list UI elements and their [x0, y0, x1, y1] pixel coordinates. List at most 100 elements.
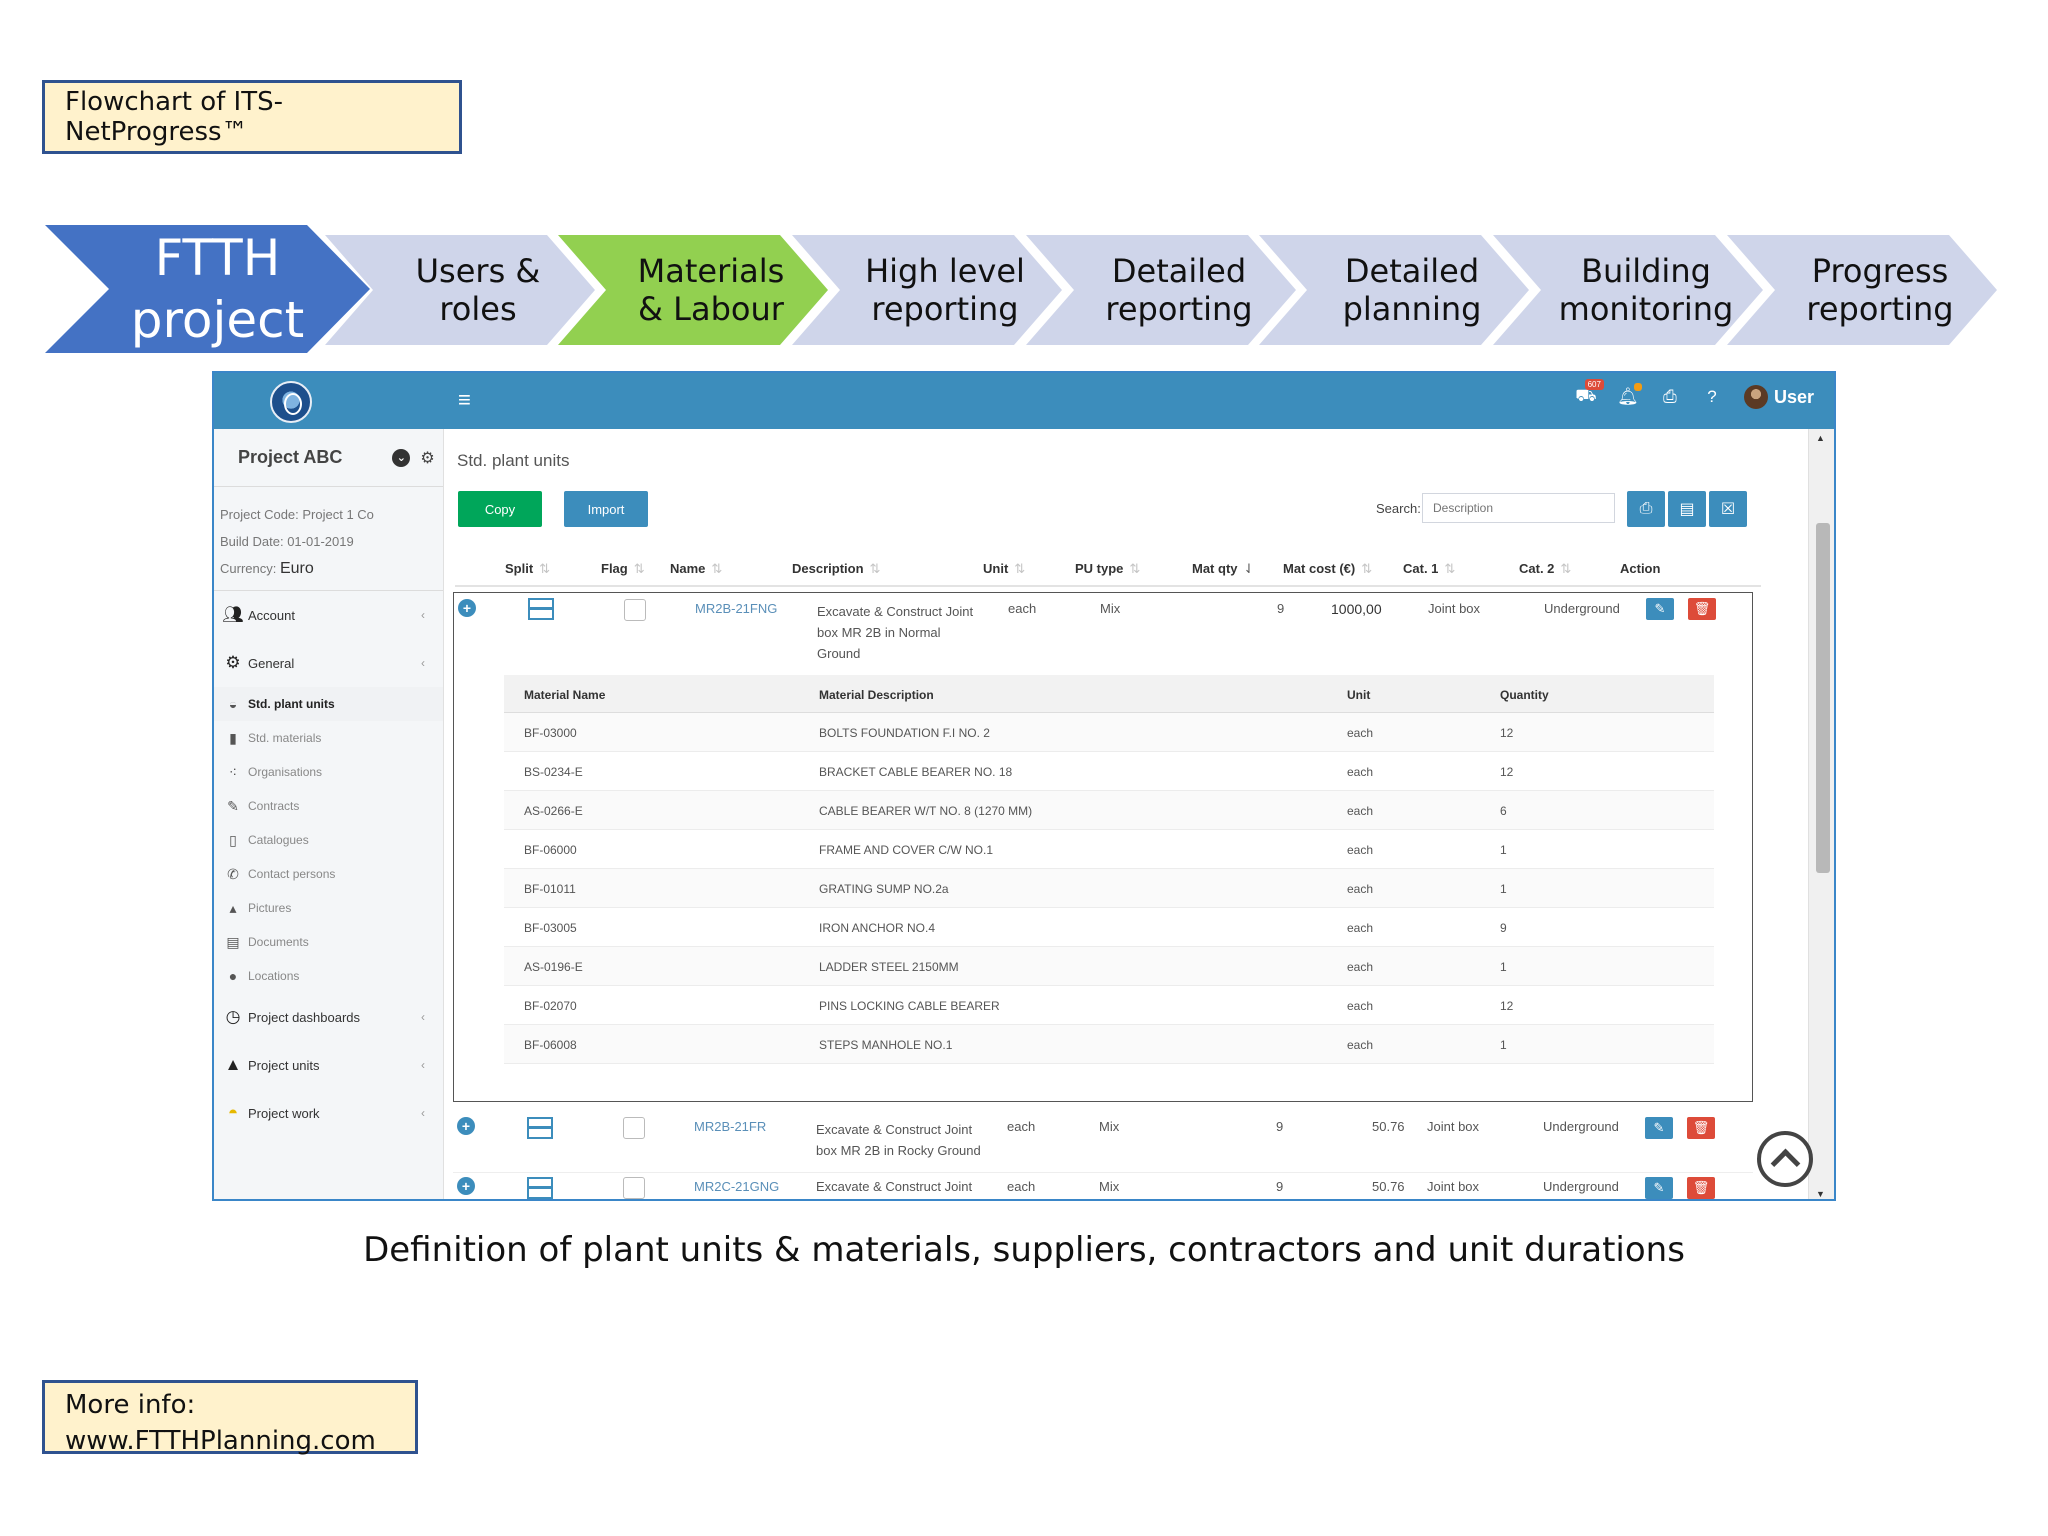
its-logo[interactable] [270, 381, 312, 423]
sidebar-item-project-units[interactable]: ▲ Project units ‹ [214, 1041, 443, 1089]
print-button[interactable]: ⎙ [1627, 491, 1665, 527]
delete-button[interactable]: 🗑︎ [1688, 598, 1716, 620]
sidebar-item-general[interactable]: ⚙ General ‹ [214, 639, 443, 687]
search-label: Search: [1376, 501, 1421, 516]
collapse-icon[interactable]: + [458, 599, 476, 617]
pdf-export-button[interactable]: ▤ [1668, 491, 1706, 527]
flag-checkbox[interactable] [623, 1177, 645, 1199]
search-input[interactable] [1422, 493, 1615, 523]
edit-button[interactable]: ✎ [1646, 598, 1674, 620]
sidebar-item-std-plant-units[interactable]: ◒ Std. plant units [214, 687, 443, 721]
table-row[interactable]: + MR2C-21GNG Excavate & Construct Joint … [453, 1177, 1753, 1199]
material-name: BF-03005 [524, 921, 577, 935]
table-row[interactable]: + MR2B-21FNG Excavate & Construct Joint … [454, 593, 1754, 673]
material-quantity: 1 [1500, 843, 1507, 857]
row-mat-qty: 9 [1276, 1119, 1284, 1134]
bell-icon[interactable]: 🔔︎ [1617, 383, 1642, 407]
edit-button[interactable]: ✎ [1645, 1177, 1673, 1199]
flag-checkbox[interactable] [623, 1117, 645, 1139]
sidebar-item-catalogues[interactable]: ▯ Catalogues [214, 823, 443, 857]
sidebar-item-project-dashboards[interactable]: ◷ Project dashboards ‹ [214, 993, 443, 1041]
printer-icon[interactable]: ⎙ [1660, 387, 1680, 407]
user-menu[interactable]: User [1743, 385, 1814, 409]
sidebar-item-std-materials[interactable]: ▮ Std. materials [214, 721, 443, 755]
sidebar-item-account[interactable]: 👥︎ Account ‹ [214, 591, 443, 639]
row-mat-qty: 9 [1276, 1179, 1284, 1194]
map-pin-icon: ● [228, 968, 238, 984]
sidebar-item-label: Catalogues [248, 833, 309, 847]
chevron-left-icon: ‹ [421, 656, 425, 670]
import-button[interactable]: Import [564, 491, 648, 527]
sidebar-item-contracts[interactable]: ✎ Contracts [214, 789, 443, 823]
menu-toggle-icon[interactable]: ≡ [458, 387, 471, 413]
settings-icon[interactable]: ⚙ [420, 448, 434, 468]
main-content: Std. plant units Copy Import Search: ⎙ ▤… [445, 429, 1807, 1199]
column-header-cat1[interactable]: Cat. 1 ⇅ [1403, 561, 1455, 577]
scroll-thumb[interactable] [1816, 523, 1830, 873]
sidebar-item-organisations[interactable]: ⁖ Organisations [214, 755, 443, 789]
chevron-left-icon: ‹ [421, 1010, 425, 1024]
split-icon[interactable] [528, 598, 554, 620]
column-header-description[interactable]: Description ⇅ [792, 561, 880, 577]
edit-button[interactable]: ✎ [1645, 1117, 1673, 1139]
project-name: Project ABC [238, 447, 343, 467]
material-description: STEPS MANHOLE NO.1 [819, 1038, 953, 1052]
expand-icon[interactable]: + [457, 1117, 475, 1135]
material-name: AS-0266-E [524, 804, 583, 818]
user-avatar [1743, 385, 1768, 409]
chevron-down-icon[interactable]: ⌄ [392, 448, 411, 467]
more-info-url[interactable]: www.FTTHPlanning.com [65, 1423, 415, 1459]
sidebar-item-label: Contact persons [248, 867, 336, 881]
scroll-to-top-button[interactable] [1757, 1131, 1813, 1187]
flow-step-label: reporting [1105, 290, 1253, 328]
delete-button[interactable]: 🗑︎ [1687, 1117, 1715, 1139]
column-header-mat-cost[interactable]: Mat cost (€) ⇅ [1283, 561, 1372, 577]
excel-export-button[interactable]: ☒ [1709, 491, 1747, 527]
organisation-icon: ⁖ [228, 763, 238, 780]
material-name: BF-02070 [524, 999, 577, 1013]
sidebar-item-label: Account [248, 607, 295, 623]
column-header-unit[interactable]: Unit ⇅ [983, 561, 1025, 577]
chevron-left-icon: ‹ [421, 608, 425, 622]
flow-step-label: monitoring [1558, 290, 1734, 328]
column-header-split[interactable]: Split ⇅ [505, 561, 550, 577]
material-quantity: 1 [1500, 1038, 1507, 1052]
scrollbar[interactable]: ▲ ▼ [1808, 429, 1834, 1199]
expand-icon[interactable]: + [457, 1177, 475, 1195]
notification-dot [1633, 383, 1642, 391]
sidebar-item-documents[interactable]: ▤ Documents [214, 925, 443, 959]
sub-column-header: Material Name [524, 688, 606, 702]
sidebar-item-project-work[interactable]: ◓ Project work ‹ [214, 1089, 443, 1137]
table-row[interactable]: + MR2B-21FR Excavate & Construct Joint b… [453, 1117, 1753, 1173]
flow-step-label: Users & [415, 252, 541, 290]
split-icon[interactable] [527, 1117, 553, 1139]
phone-icon: ✆ [227, 865, 239, 882]
column-label: PU type [1075, 561, 1124, 576]
flag-checkbox[interactable] [624, 599, 646, 621]
material-description: IRON ANCHOR NO.4 [819, 921, 936, 935]
row-name[interactable]: MR2B-21FR [694, 1119, 766, 1134]
copy-button[interactable]: Copy [458, 491, 542, 527]
column-header-mat-qty[interactable]: Mat qty ⇃ [1192, 561, 1254, 577]
row-name[interactable]: MR2C-21GNG [694, 1179, 779, 1194]
sort-icon: ⇅ [1014, 561, 1026, 576]
column-header-cat2[interactable]: Cat. 2 ⇅ [1519, 561, 1571, 577]
row-name[interactable]: MR2B-21FNG [695, 601, 777, 616]
flow-step-high-level-reporting: High level reporting [792, 235, 1062, 345]
column-header-name[interactable]: Name ⇅ [670, 561, 722, 577]
sidebar-item-locations[interactable]: ● Locations [214, 959, 443, 993]
project-code: Project Code: Project 1 Co [220, 507, 374, 522]
column-label: Cat. 2 [1519, 561, 1555, 576]
column-header-flag[interactable]: Flag ⇅ [601, 561, 645, 577]
split-icon[interactable] [527, 1177, 553, 1199]
delete-button[interactable]: 🗑︎ [1687, 1177, 1715, 1199]
sidebar-item-pictures[interactable]: ▴ Pictures [214, 891, 443, 925]
road-alert-icon[interactable]: ⛟ 607 [1575, 379, 1604, 407]
column-label: Flag [601, 561, 628, 576]
column-header-pu-type[interactable]: PU type ⇅ [1075, 561, 1140, 577]
flow-step-label: & Labour [638, 290, 784, 328]
scroll-up-arrow[interactable]: ▲ [1816, 433, 1825, 443]
help-icon[interactable]: ? [1702, 387, 1722, 407]
sidebar-item-contact-persons[interactable]: ✆ Contact persons [214, 857, 443, 891]
scroll-down-arrow[interactable]: ▼ [1816, 1189, 1825, 1199]
